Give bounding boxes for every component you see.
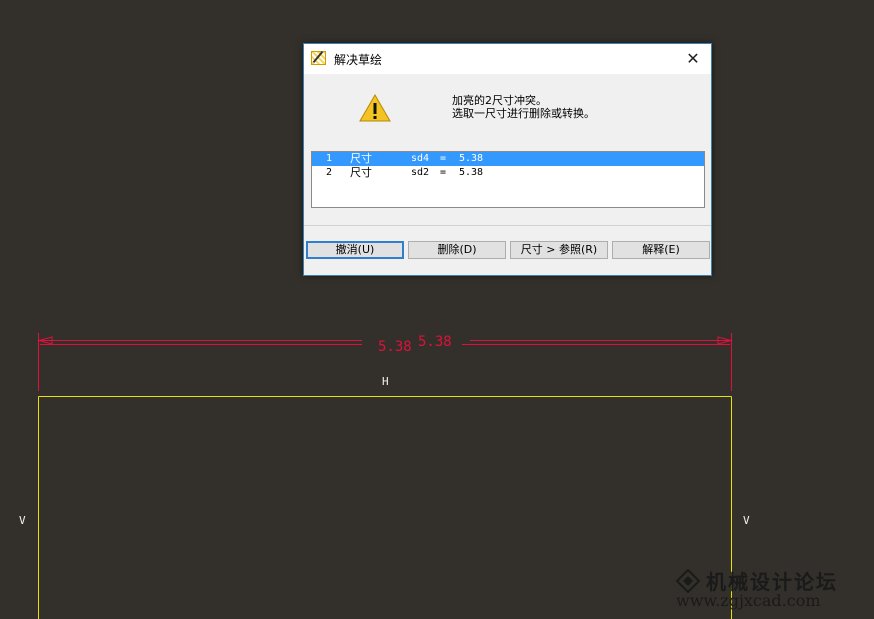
row-value: 5.38 <box>459 167 484 178</box>
warning-icon <box>359 94 391 122</box>
conflict-list[interactable]: 1 尺寸 sd4 = 5.38 2 尺寸 sd2 = 5.38 <box>311 151 705 208</box>
dialog-title: 解决草绘 <box>334 53 383 67</box>
delete-button[interactable]: 删除(D) <box>408 241 506 259</box>
vertical-constraint-label-right[interactable]: V <box>743 514 750 527</box>
dimension-text-mask <box>411 336 417 352</box>
explain-button[interactable]: 解释(E) <box>612 241 710 259</box>
message-line-2: 选取一尺寸进行删除或转换。 <box>452 107 595 120</box>
row-dimension-name: sd4 <box>411 153 430 164</box>
message-line-1: 加亮的2尺寸冲突。 <box>452 94 547 107</box>
row-index: 2 <box>326 167 333 178</box>
watermark-logo-icon <box>676 569 700 593</box>
dimension-text-sd2[interactable]: 5.38 <box>378 339 412 355</box>
row-value: 5.38 <box>459 153 484 164</box>
undo-button[interactable]: 撤消(U) <box>306 241 404 259</box>
conflict-list-row-2[interactable]: 2 尺寸 sd2 = 5.38 <box>312 166 704 180</box>
close-icon[interactable]: ✕ <box>675 44 711 74</box>
dimension-text-sd4[interactable]: 5.38 <box>418 334 452 350</box>
watermark: 机械设计论坛 www.zgjxcad.com <box>676 566 866 611</box>
row-type: 尺寸 <box>350 152 372 165</box>
vertical-constraint-label-left[interactable]: V <box>19 514 26 527</box>
horizontal-constraint-label[interactable]: H <box>382 375 389 388</box>
resolve-sketch-dialog: 解决草绘 ✕ 加亮的2尺寸冲突。 选取一尺寸进行删除或转换。 1 尺寸 sd4 … <box>303 43 712 276</box>
sketch-rectangle[interactable] <box>38 396 732 619</box>
row-dimension-name: sd2 <box>411 167 430 178</box>
row-equals: = <box>440 167 447 178</box>
watermark-url: www.zgjxcad.com <box>676 591 821 610</box>
row-equals: = <box>440 153 447 164</box>
dialog-titlebar[interactable]: 解决草绘 ✕ <box>304 44 711 74</box>
dialog-separator <box>304 225 711 226</box>
row-index: 1 <box>326 153 333 164</box>
conflict-message: 加亮的2尺寸冲突。 选取一尺寸进行删除或转换。 <box>452 94 595 120</box>
sketch-app-icon <box>311 51 326 65</box>
row-type: 尺寸 <box>350 166 372 179</box>
dimension-to-reference-button[interactable]: 尺寸 > 参照(R) <box>510 241 608 259</box>
conflict-list-row-1[interactable]: 1 尺寸 sd4 = 5.38 <box>312 152 704 166</box>
